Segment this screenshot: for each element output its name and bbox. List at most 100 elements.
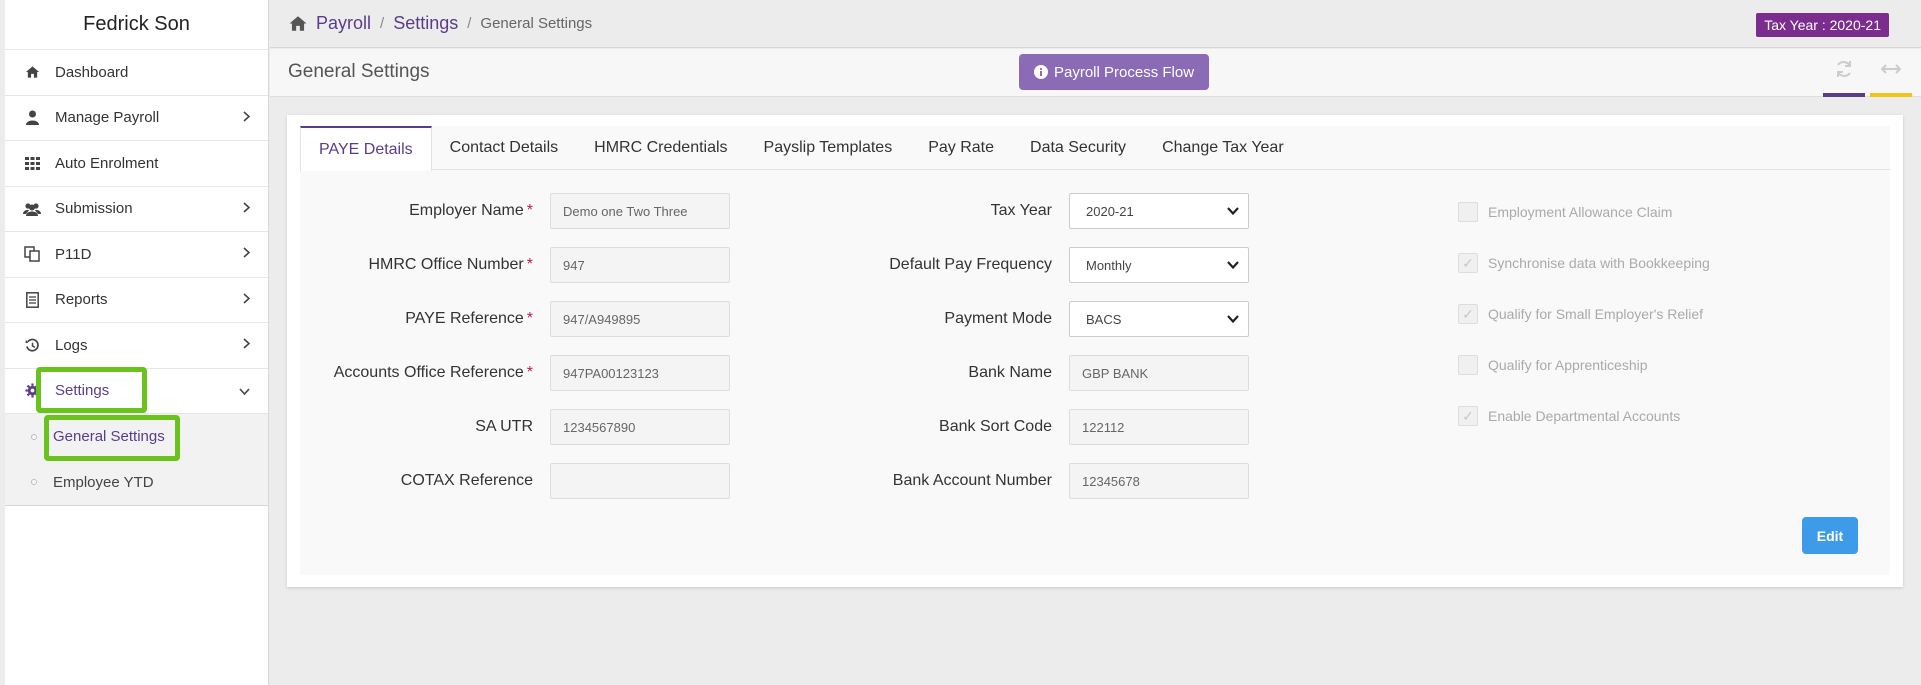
checkbox-label: Qualify for Apprenticeship [1488,357,1648,373]
sidebar-subitem-employee-ytd[interactable]: Employee YTD [5,460,268,506]
payroll-process-flow-button[interactable]: Payroll Process Flow [1019,54,1210,90]
tab-data-security[interactable]: Data Security [1012,126,1144,170]
bank-account-number-field[interactable]: 12345678 [1069,463,1249,499]
check-icon[interactable]: ✓ [1458,406,1478,426]
chevron-down-icon [1226,258,1240,275]
field-label: Bank Sort Code [939,418,1052,435]
sidebar-item-label: Manage Payroll [55,109,160,127]
field-label: HMRC Office Number [368,256,524,273]
tab-change-tax-year[interactable]: Change Tax Year [1144,126,1302,170]
sidebar: Fedrick Son Dashboard Manage Payroll Aut… [5,0,269,685]
departmental-accounts-checkbox[interactable]: ✓ Enable Departmental Accounts [1458,406,1680,426]
field-label: PAYE Reference [405,310,524,327]
sa-utr-label: SA UTR [300,409,533,445]
edit-button[interactable]: Edit [1802,517,1858,554]
tax-year-badge: Tax Year : 2020-21 [1756,13,1889,37]
field-label: Bank Name [968,364,1052,381]
employer-name-label: Employer Name * [300,193,533,229]
sidebar-item-auto-enrolment[interactable]: Auto Enrolment [5,141,268,187]
required-mark: * [526,310,533,327]
sidebar-item-logs[interactable]: Logs [5,323,268,369]
sidebar-item-label: Auto Enrolment [55,154,159,172]
bank-name-label: Bank Name [820,355,1052,391]
check-icon[interactable]: ✓ [1458,253,1478,273]
field-label: Accounts Office Reference [333,364,524,381]
tab-hmrc-credentials[interactable]: HMRC Credentials [576,126,745,170]
breadcrumb-separator: / [467,15,472,32]
hmrc-office-number-field[interactable]: 947 [550,247,730,283]
settings-card: PAYE Details Contact Details HMRC Creden… [287,115,1903,587]
default-pay-frequency-label: Default Pay Frequency [820,247,1052,283]
sidebar-item-settings[interactable]: Settings [5,369,268,414]
copy-icon [23,245,41,263]
chevron-down-icon [1226,312,1240,329]
breadcrumb-settings[interactable]: Settings [393,13,458,34]
apprenticeship-checkbox[interactable]: Qualify for Apprenticeship [1458,355,1648,375]
chevron-right-icon [243,293,251,307]
bullet-icon [31,433,37,440]
sidebar-item-dashboard[interactable]: Dashboard [5,50,268,96]
bank-sort-code-label: Bank Sort Code [820,409,1052,445]
home-icon [23,63,41,81]
breadcrumb-payroll[interactable]: Payroll [316,13,371,34]
sidebar-item-label: Logs [55,336,88,354]
bullet-icon [31,479,37,486]
settings-submenu: General Settings Employee YTD [5,414,268,506]
chevron-right-icon [243,202,251,216]
sidebar-item-label: P11D [55,245,92,263]
sa-utr-field[interactable]: 1234567890 [550,409,730,445]
field-label: Employer Name [409,202,524,219]
payroll-process-flow-label: Payroll Process Flow [1054,63,1195,81]
sidebar-item-manage-payroll[interactable]: Manage Payroll [5,96,268,141]
breadcrumb-separator: / [380,15,385,32]
refresh-indicator-bar [1823,93,1865,97]
sidebar-item-label: Reports [55,291,108,309]
home-icon[interactable] [288,15,308,32]
tab-paye-details[interactable]: PAYE Details [300,126,432,171]
cotax-reference-field[interactable] [550,463,730,499]
sidebar-item-p11d[interactable]: P11D [5,232,268,278]
sidebar-item-submission[interactable]: Submission [5,187,268,232]
employer-name-field[interactable]: Demo one Two Three [550,193,730,229]
sidebar-item-label: Dashboard [55,63,129,81]
refresh-icon[interactable] [1823,57,1865,81]
tab-contact-details[interactable]: Contact Details [432,126,577,170]
small-employer-relief-checkbox[interactable]: ✓ Qualify for Small Employer's Relief [1458,304,1703,324]
select-value: 2020-21 [1086,203,1134,219]
tab-payslip-templates[interactable]: Payslip Templates [746,126,911,170]
check-icon[interactable]: ✓ [1458,304,1478,324]
required-mark: * [526,256,533,273]
sidebar-subitem-label: Employee YTD [53,473,154,491]
payment-mode-select[interactable]: BACS [1069,301,1249,337]
paye-reference-label: PAYE Reference * [300,301,533,337]
accounts-office-reference-field[interactable]: 947PA00123123 [550,355,730,391]
field-label: COTAX Reference [400,472,533,489]
sidebar-subitem-general-settings[interactable]: General Settings [5,414,268,460]
expand-icon[interactable] [1870,57,1912,81]
cotax-reference-label: COTAX Reference [300,463,533,499]
sidebar-item-reports[interactable]: Reports [5,278,268,323]
checkbox-box[interactable] [1458,355,1478,375]
checkbox-label: Synchronise data with Bookkeeping [1488,255,1710,271]
field-label: Payment Mode [944,310,1052,327]
employment-allowance-claim-checkbox[interactable]: Employment Allowance Claim [1458,202,1672,222]
field-label: Tax Year [990,202,1052,219]
tab-pay-rate[interactable]: Pay Rate [910,126,1012,170]
accounts-office-reference-label: Accounts Office Reference * [300,355,533,391]
chevron-right-icon [243,247,251,261]
tab-bar: PAYE Details Contact Details HMRC Creden… [300,126,1890,171]
paye-reference-field[interactable]: 947/A949895 [550,301,730,337]
checkbox-label: Qualify for Small Employer's Relief [1488,306,1704,322]
bank-sort-code-field[interactable]: 122112 [1069,409,1249,445]
default-pay-frequency-select[interactable]: Monthly [1069,247,1249,283]
select-value: Monthly [1086,257,1132,273]
page-header: General Settings Payroll Process Flow [270,49,1921,97]
bank-name-field[interactable]: GBP BANK [1069,355,1249,391]
tax-year-select[interactable]: 2020-21 [1069,193,1249,229]
synchronise-bookkeeping-checkbox[interactable]: ✓ Synchronise data with Bookkeeping [1458,253,1710,273]
payment-mode-label: Payment Mode [820,301,1052,337]
hmrc-office-number-label: HMRC Office Number * [300,247,533,283]
page-title: General Settings [288,61,430,82]
field-label: SA UTR [475,418,533,435]
checkbox-box[interactable] [1458,202,1478,222]
